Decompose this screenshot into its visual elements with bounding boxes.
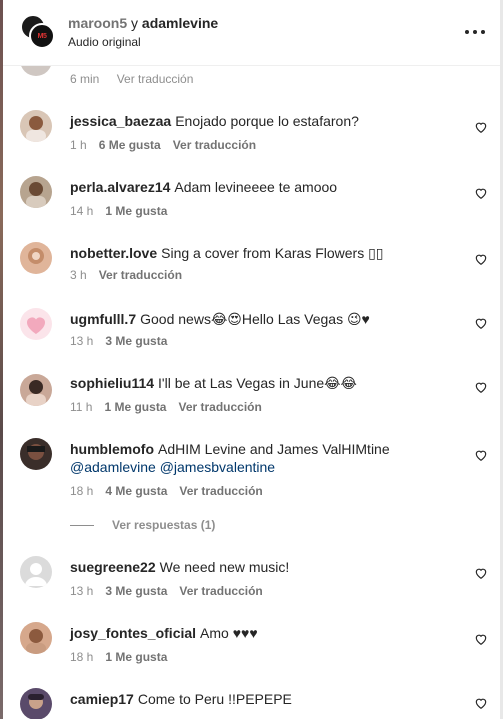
comment-text: We need new music!	[159, 559, 290, 575]
avatar[interactable]	[20, 688, 52, 719]
collab-avatars[interactable]: M5	[20, 14, 56, 50]
header-title: maroon5 y adamlevine	[68, 15, 218, 31]
likes-count[interactable]: 6 Me gusta	[99, 138, 161, 152]
comment-text: Sing a cover from Karas Flowers ▯▯	[161, 245, 384, 261]
comment-body: perla.alvarez14 Adam levineeee te amooo	[70, 178, 465, 196]
view-replies-label: Ver respuestas (1)	[112, 518, 216, 532]
heart-icon[interactable]	[474, 120, 488, 134]
username-adamlevine[interactable]: adamlevine	[142, 15, 218, 31]
avatar-logo-text: M5	[37, 32, 47, 40]
heart-icon[interactable]	[474, 186, 488, 200]
comment-meta: 6 min Ver traducción	[70, 72, 207, 86]
title-separator: y	[131, 15, 139, 31]
view-replies-button[interactable]: Ver respuestas (1)	[70, 518, 215, 532]
comment-time[interactable]: 3 h	[70, 268, 87, 282]
comment-time[interactable]: 18 h	[70, 650, 93, 664]
heart-icon[interactable]	[474, 380, 488, 394]
comment-time[interactable]: 1 h	[70, 138, 87, 152]
translate-link[interactable]: Ver traducción	[178, 400, 261, 414]
avatar[interactable]	[20, 622, 52, 654]
avatar[interactable]	[20, 110, 52, 142]
comment-time[interactable]: 11 h	[70, 400, 92, 414]
comment-time[interactable]: 13 h	[70, 334, 93, 348]
mention-link[interactable]: @adamlevine	[70, 459, 156, 475]
heart-icon[interactable]	[474, 696, 488, 710]
translate-link[interactable]: Ver traducción	[179, 584, 262, 598]
comment-meta: 18 h 4 Me gusta Ver traducción	[70, 484, 275, 498]
likes-count[interactable]: 1 Me gusta	[105, 650, 167, 664]
comment-body: jessica_baezaa Enojado porque lo estafaro…	[70, 112, 465, 130]
comment-meta: 3 h Ver traducción	[70, 268, 194, 282]
avatar[interactable]	[20, 374, 52, 406]
comment-meta: 13 h 3 Me gusta Ver traducción	[70, 584, 275, 598]
avatar[interactable]	[20, 556, 52, 588]
comment-time[interactable]: 18 h	[70, 484, 93, 498]
comment-username[interactable]: perla.alvarez14	[70, 179, 170, 195]
comment-username[interactable]: humblemofo	[70, 441, 154, 457]
comment-meta: 11 h 1 Me gusta Ver traducción	[70, 400, 274, 414]
more-options-icon[interactable]	[465, 22, 485, 42]
comment-body: josy_fontes_oficial Amo ♥♥♥	[70, 624, 465, 642]
comment-text: Good news😂😍Hello Las Vegas 😉♥	[140, 311, 370, 327]
comment-body: sophieliu114 I'll be at Las Vegas in June…	[70, 374, 465, 392]
comment-meta: 14 h 1 Me gusta	[70, 204, 179, 218]
comment-text: Come to Peru !!PEPEPE	[137, 691, 292, 707]
comment-username[interactable]: sophieliu114	[70, 375, 154, 391]
username-maroon5[interactable]: maroon5	[68, 15, 127, 31]
mention-link[interactable]: @jamesbvalentine	[160, 459, 275, 475]
replies-divider	[70, 524, 94, 526]
translate-link[interactable]: Ver traducción	[99, 268, 182, 282]
likes-count[interactable]: 1 Me gusta	[104, 400, 166, 414]
avatar[interactable]	[20, 176, 52, 208]
comment-body: humblemofo AdHIM Levine and James ValHIMt…	[70, 440, 465, 476]
comment-username[interactable]: josy_fontes_oficial	[70, 625, 196, 641]
heart-icon[interactable]	[474, 252, 488, 266]
comment-partial: 6 min Ver traducción	[3, 54, 500, 96]
comment-body: suegreene22 We need new music!	[70, 558, 465, 576]
comment-meta: 13 h 3 Me gusta	[70, 334, 179, 348]
comment-body: nobetter.love Sing a cover from Karas Flo…	[70, 244, 465, 262]
avatar[interactable]	[20, 308, 52, 340]
comment-username[interactable]: nobetter.love	[70, 245, 157, 261]
heart-icon[interactable]	[474, 566, 488, 580]
comment-text: Adam levineeee te amooo	[174, 179, 338, 195]
translate-link[interactable]: Ver traducción	[173, 138, 256, 152]
likes-count[interactable]: 4 Me gusta	[105, 484, 167, 498]
comment-text: Enojado porque lo estafaron?	[175, 113, 359, 129]
audio-link[interactable]: Audio original	[68, 35, 141, 49]
reel-header: M5 maroon5 y adamlevine Audio original	[3, 0, 500, 66]
comment-text: I'll be at Las Vegas in June😂😂	[158, 375, 357, 391]
comment-time[interactable]: 6 min	[70, 72, 99, 86]
comment-meta: 1 h 6 Me gusta Ver traducción	[70, 138, 268, 152]
comment-time[interactable]: 14 h	[70, 204, 93, 218]
avatar-adamlevine[interactable]: M5	[29, 23, 55, 49]
likes-count[interactable]: 3 Me gusta	[105, 334, 167, 348]
comment-time[interactable]: 13 h	[70, 584, 93, 598]
comment-text: Amo ♥♥♥	[200, 625, 258, 641]
avatar[interactable]	[20, 438, 52, 470]
comment-body: camiep17 Come to Peru !!PEPEPE	[70, 690, 465, 708]
translate-link[interactable]: Ver traducción	[117, 72, 194, 86]
comment-body: ugmfulll.7 Good news😂😍Hello Las Vegas 😉♥	[70, 310, 465, 328]
comment-meta: 18 h 1 Me gusta	[70, 650, 179, 664]
heart-icon[interactable]	[474, 632, 488, 646]
likes-count[interactable]: 3 Me gusta	[105, 584, 167, 598]
comment-username[interactable]: jessica_baezaa	[70, 113, 171, 129]
background-edge	[0, 0, 3, 719]
comment-username[interactable]: camiep17	[70, 691, 134, 707]
comment-username[interactable]: suegreene22	[70, 559, 156, 575]
likes-count[interactable]: 1 Me gusta	[105, 204, 167, 218]
heart-icon[interactable]	[474, 448, 488, 462]
heart-icon[interactable]	[474, 316, 488, 330]
avatar[interactable]	[20, 242, 52, 274]
translate-link[interactable]: Ver traducción	[179, 484, 262, 498]
comment-text: AdHIM Levine and James ValHIMtine	[158, 441, 390, 457]
comment-username[interactable]: ugmfulll.7	[70, 311, 136, 327]
